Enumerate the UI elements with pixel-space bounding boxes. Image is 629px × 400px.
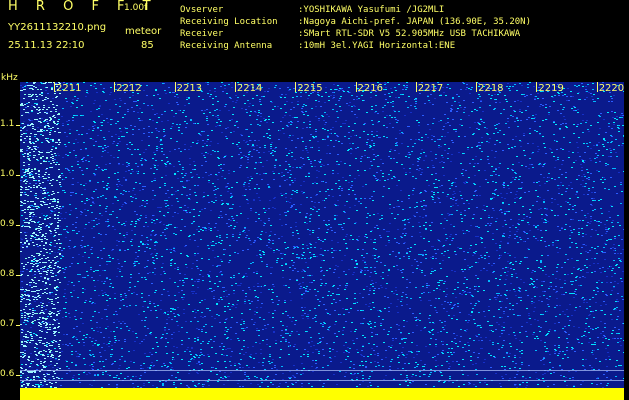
y-axis-unit: kHz [1, 73, 18, 83]
y-tick-mark [16, 275, 20, 276]
y-tick-mark [16, 375, 20, 376]
x-tick-mark [596, 82, 598, 92]
x-tick-label: 2213 [176, 83, 203, 94]
x-tick-mark [54, 82, 55, 92]
y-tick-mark [16, 325, 20, 326]
y-tick-mark [16, 125, 20, 126]
x-tick-label: 2217 [417, 83, 444, 94]
waterfall-noise [20, 82, 624, 398]
info-value: :10mH 3el.YAGI Horizontal:ENE [298, 41, 456, 51]
meteor-count: 85 [141, 40, 154, 51]
datetime-label: 25.11.13 22:10 [8, 40, 85, 51]
waterfall-spectrogram [20, 82, 624, 398]
x-tick-label: 2215 [297, 83, 323, 94]
filename-label: YY2611132210.png [8, 22, 107, 33]
x-tick-label: 2219 [538, 83, 564, 94]
x-tick-mark [174, 82, 176, 92]
x-tick-label: 2216 [357, 83, 383, 94]
y-tick-label: 1.0 [0, 169, 15, 179]
y-tick-label: 0.9 [0, 219, 15, 229]
y-tick-label: 1.1 [0, 119, 15, 129]
info-row-location: Receiving Location :Nagoya Aichi-pref. JA… [180, 16, 531, 28]
info-label: Receiving Location [180, 17, 278, 27]
x-tick-label: 2212 [116, 83, 142, 94]
info-label: Receiving Antenna [180, 41, 273, 51]
x-tick-mark [476, 82, 478, 92]
y-tick-label: 0.6 [0, 369, 15, 379]
info-value: :SMart RTL-SDR V5 52.905MHz USB TACHIKAW… [298, 29, 521, 39]
info-label: Ovserver [180, 5, 224, 15]
y-tick-label: 0.7 [0, 319, 15, 329]
x-tick-mark [536, 82, 538, 92]
info-value: :Nagoya Aichi-pref. JAPAN (136.90E, 35.2… [298, 17, 531, 27]
frequency-marker-line [20, 380, 624, 381]
x-tick-label: 2214 [236, 83, 263, 94]
y-tick-mark [16, 175, 20, 176]
y-tick-mark [16, 225, 20, 226]
x-tick-label: 2218 [478, 83, 504, 94]
meteor-label: meteor [125, 26, 162, 37]
x-tick-mark [114, 82, 116, 92]
x-tick-label: 2220 [598, 83, 625, 94]
x-tick-mark [415, 82, 417, 92]
frequency-marker-line [20, 370, 624, 371]
y-tick-label: 0.8 [0, 269, 15, 279]
info-value: :YOSHIKAWA Yasufumi /JG2MLI [298, 5, 445, 15]
version-label: 1.00f [124, 3, 148, 13]
info-row-antenna: Receiving Antenna :10mH 3el.YAGI Horizont… [180, 40, 455, 52]
x-tick-label: 2211 [56, 83, 82, 94]
x-tick-mark [355, 82, 357, 92]
signal-level-bar [20, 388, 624, 400]
x-tick-mark [234, 82, 236, 92]
info-row-receiver: Receiver :SMart RTL-SDR V5 52.905MHz USB … [180, 28, 520, 40]
x-tick-mark [295, 82, 297, 92]
info-row-observer: Ovserver :YOSHIKAWA Yasufumi /JG2MLI [180, 4, 444, 16]
info-label: Receiver [180, 29, 224, 39]
